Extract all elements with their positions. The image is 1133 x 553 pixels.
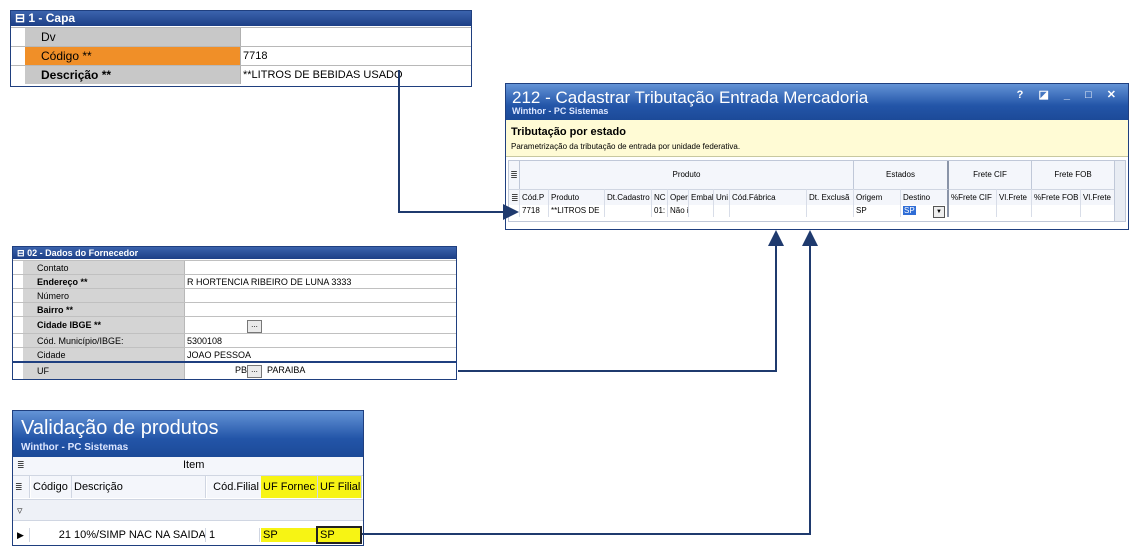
arrow-uffilial-to-destino (362, 230, 818, 535)
arrow-codigo-to-grid (398, 70, 519, 220)
arrow-uf-to-origem (458, 230, 784, 372)
connector-arrows (362, 70, 818, 535)
